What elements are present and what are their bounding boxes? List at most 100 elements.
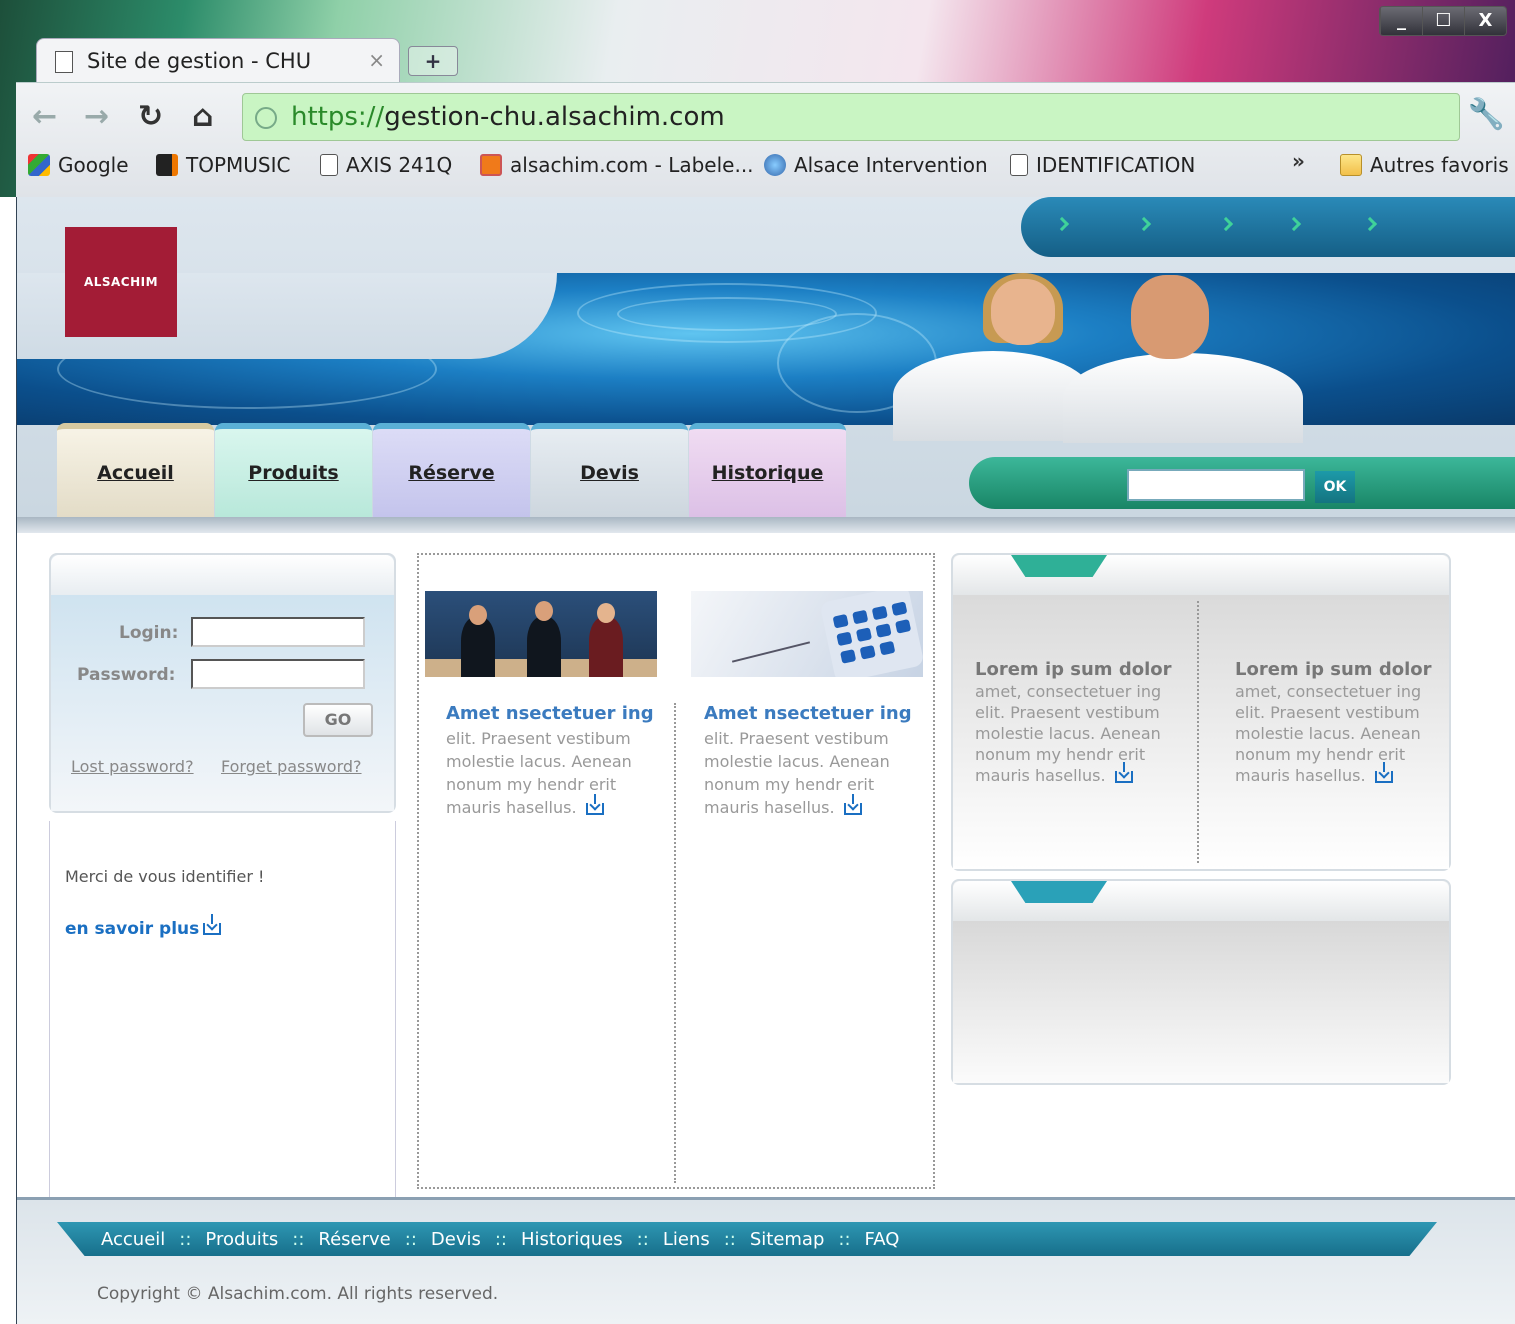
other-bookmarks-folder[interactable]: Autres favoris	[1340, 153, 1509, 177]
bookmark-axis[interactable]: AXIS 241Q	[320, 153, 452, 177]
login-box: Login: Password: GO Lost password? Forge…	[49, 553, 396, 813]
download-icon[interactable]	[843, 793, 862, 815]
doctors-photo	[883, 273, 1323, 443]
bookmark-identification[interactable]: IDENTIFICATION	[1010, 153, 1195, 177]
footer-link-faq[interactable]: FAQ	[865, 1229, 900, 1250]
tab-title: Site de gestion - CHU	[87, 49, 312, 73]
empty-box-tab	[1011, 881, 1107, 903]
info-box-tab	[1011, 555, 1107, 577]
header-divider	[17, 517, 1515, 533]
close-window-button[interactable]: X	[1464, 7, 1506, 35]
maximize-button[interactable]: ☐	[1422, 7, 1464, 35]
reload-icon[interactable]: ↻	[138, 99, 163, 134]
nav-tab-accueil[interactable]: Accueil	[57, 423, 214, 517]
learn-more-link[interactable]: en savoir plus	[65, 914, 222, 939]
footer-link-sitemap[interactable]: Sitemap	[750, 1229, 825, 1250]
meeting-photo	[425, 591, 657, 677]
info-title: Lorem ip sum dolor	[1235, 659, 1432, 680]
password-label: Password:	[77, 665, 176, 685]
tab-close-icon[interactable]: ×	[368, 48, 385, 72]
search-bar: OK	[969, 457, 1515, 509]
search-ok-button[interactable]: OK	[1315, 471, 1355, 503]
wrench-menu-icon[interactable]: 🔧	[1468, 97, 1505, 132]
secure-globe-icon	[255, 107, 277, 129]
page-icon	[320, 154, 338, 176]
empty-box	[951, 879, 1451, 1085]
footer-link-liens[interactable]: Liens	[663, 1229, 710, 1250]
calculator-photo	[691, 591, 923, 677]
articles-divider	[674, 703, 676, 1183]
minimize-button[interactable]: _	[1380, 7, 1422, 35]
info-title: Lorem ip sum dolor	[975, 659, 1172, 680]
bookmark-label: TOPMUSIC	[186, 153, 291, 177]
bookmark-google[interactable]: Google	[28, 153, 129, 177]
footer-link-accueil[interactable]: Accueil	[101, 1229, 165, 1250]
copyright-text: Copyright © Alsachim.com. All rights res…	[97, 1284, 499, 1304]
nav-tab-historique[interactable]: Historique	[689, 423, 846, 517]
nav-tab-reserve[interactable]: Réserve	[373, 423, 530, 517]
bookmarks-bar: Google TOPMUSIC AXIS 241Q alsachim.com -…	[16, 143, 1515, 193]
search-input[interactable]	[1127, 469, 1305, 501]
login-message: Merci de vous identifier !	[65, 867, 265, 886]
login-input[interactable]	[191, 617, 365, 647]
new-tab-button[interactable]: +	[408, 46, 458, 76]
learn-more-label: en savoir plus	[65, 919, 200, 939]
web-page: ALSACHIM Accueil Produits Réserve Devis …	[16, 197, 1515, 1324]
home-icon[interactable]: ⌂	[192, 99, 213, 134]
url-text[interactable]: https://gestion-chu.alsachim.com	[291, 102, 725, 132]
google-icon	[28, 154, 50, 176]
lost-password-link[interactable]: Lost password?	[71, 757, 194, 776]
window-controls: _ ☐ X	[1379, 6, 1507, 36]
browser-chrome: _ ☐ X Site de gestion - CHU × + ← → ↻ ⌂ …	[0, 0, 1515, 197]
download-icon[interactable]	[1114, 761, 1133, 783]
info-divider	[1197, 601, 1199, 863]
url-host: gestion-chu.alsachim.com	[384, 102, 725, 132]
forget-password-link[interactable]: Forget password?	[221, 757, 362, 776]
download-icon[interactable]	[585, 793, 604, 815]
info-text: amet, consectetuer ing elit. Praesent ve…	[1235, 682, 1422, 785]
page-icon	[55, 51, 73, 73]
nav-tab-produits[interactable]: Produits	[215, 423, 372, 517]
bookmark-label: alsachim.com - Labele...	[510, 153, 754, 177]
main-nav: Accueil Produits Réserve Devis Historiqu…	[57, 423, 847, 517]
bookmark-alsace[interactable]: Alsace Intervention	[764, 153, 988, 177]
article-title[interactable]: Amet nsectetuer ing	[446, 703, 654, 724]
browser-toolbar: ← → ↻ ⌂ https://gestion-chu.alsachim.com…	[16, 82, 1515, 197]
bookmark-label: Alsace Intervention	[794, 153, 988, 177]
back-arrow-icon[interactable]: ←	[32, 99, 57, 134]
globe-icon	[764, 154, 786, 176]
bookmark-label: AXIS 241Q	[346, 153, 453, 177]
article-text: elit. Praesent vestibum molestie lacus. …	[704, 729, 890, 817]
bookmark-label: IDENTIFICATION	[1036, 153, 1196, 177]
bookmark-label: Google	[58, 153, 129, 177]
footer-link-produits[interactable]: Produits	[205, 1229, 278, 1250]
footer-links: Accueil:: Produits:: Réserve:: Devis:: H…	[101, 1229, 900, 1250]
xampp-icon	[480, 154, 502, 176]
header-top-band	[1021, 197, 1515, 257]
article-title[interactable]: Amet nsectetuer ing	[704, 703, 912, 724]
bookmarks-overflow-icon[interactable]: »	[1292, 149, 1305, 173]
download-icon	[203, 914, 222, 935]
site-footer: Accueil:: Produits:: Réserve:: Devis:: H…	[17, 1197, 1515, 1324]
folder-icon	[1340, 154, 1362, 176]
url-scheme: https://	[291, 102, 385, 132]
browser-tab[interactable]: Site de gestion - CHU ×	[36, 38, 400, 82]
go-button[interactable]: GO	[303, 703, 373, 737]
bookmark-topmusic[interactable]: TOPMUSIC	[156, 153, 290, 177]
bookmark-alsachim[interactable]: alsachim.com - Labele...	[480, 153, 754, 177]
footer-link-historiques[interactable]: Historiques	[521, 1229, 623, 1250]
login-box-header	[51, 555, 394, 595]
login-label: Login:	[119, 623, 179, 643]
footer-link-reserve[interactable]: Réserve	[318, 1229, 390, 1250]
forward-arrow-icon[interactable]: →	[84, 99, 109, 134]
password-input[interactable]	[191, 659, 365, 689]
site-header: ALSACHIM Accueil Produits Réserve Devis …	[17, 197, 1515, 533]
topmusic-icon	[156, 154, 178, 176]
page-icon	[1010, 154, 1028, 176]
download-icon[interactable]	[1374, 761, 1393, 783]
empty-box-body	[953, 921, 1449, 1083]
footer-link-devis[interactable]: Devis	[431, 1229, 481, 1250]
nav-tab-devis[interactable]: Devis	[531, 423, 688, 517]
address-bar[interactable]: https://gestion-chu.alsachim.com	[242, 93, 1460, 141]
alsachim-logo[interactable]: ALSACHIM	[65, 227, 177, 337]
